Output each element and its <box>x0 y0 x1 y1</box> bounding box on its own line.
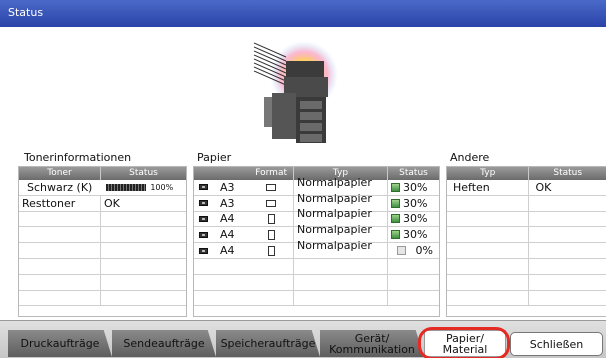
table-row <box>447 274 606 291</box>
table-row <box>447 258 606 275</box>
table-row: Resttoner OK <box>19 195 186 212</box>
tab-print-jobs[interactable]: Druckaufträge <box>8 330 112 357</box>
close-button[interactable]: Schließen <box>510 332 603 356</box>
status-col-header: Status <box>129 168 158 178</box>
paper-type: Normalpapier <box>297 223 372 237</box>
other-table-header: Typ Status <box>447 167 606 180</box>
paper-section-label: Papier <box>197 151 232 164</box>
status-col-header: Status <box>399 168 428 178</box>
paper-level-icon <box>391 230 400 240</box>
other-panel: Typ Status Heften OK <box>446 166 606 317</box>
tray-icon <box>199 184 208 191</box>
table-row <box>447 211 606 228</box>
table-row <box>19 274 186 291</box>
table-row <box>447 243 606 259</box>
paper-type: Normalpapier <box>297 175 372 189</box>
paper-size: A4 <box>220 244 235 258</box>
tab-storage-jobs[interactable]: Speicheraufträge <box>216 330 320 357</box>
tray-icon <box>199 215 208 222</box>
table-row: A4 Normalpapier 0% <box>194 239 439 259</box>
table-row <box>19 258 186 275</box>
table-row <box>447 195 606 212</box>
paper-size: A4 <box>220 228 235 242</box>
tab-device-line2: Kommunikation <box>329 342 415 356</box>
paper-size: A3 <box>220 196 235 210</box>
table-row: Heften OK <box>447 180 606 196</box>
toner-name: Schwarz (K) <box>27 180 93 194</box>
paper-level-icon <box>391 214 400 224</box>
tray-icon <box>199 200 208 207</box>
table-row <box>194 274 439 291</box>
paper-landscape-icon <box>266 183 276 191</box>
paper-level-icon <box>391 198 400 208</box>
printer-illustration <box>253 41 338 143</box>
toner-status: OK <box>104 196 120 210</box>
toner-level-bar <box>106 183 147 191</box>
paper-size: A4 <box>220 212 235 226</box>
paper-landscape-icon <box>266 199 276 207</box>
paper-level-icon <box>396 246 406 256</box>
paper-level-icon <box>391 182 400 192</box>
paper-portrait-icon <box>268 229 275 240</box>
paper-type: Normalpapier <box>297 207 372 221</box>
other-section-label: Andere <box>450 151 490 164</box>
tab-send-jobs[interactable]: Sendeaufträge <box>112 330 216 357</box>
tray-icon <box>199 231 208 238</box>
status-main: Tonerinformationen Toner Status Schwarz … <box>0 27 606 320</box>
table-row <box>19 227 186 244</box>
toner-black-cell: Schwarz (K) 100% <box>19 180 186 195</box>
table-row <box>19 243 186 259</box>
table-row <box>19 211 186 228</box>
tab-paper-material[interactable]: Papier/ Material <box>424 330 506 357</box>
toner-section-label: Tonerinformationen <box>24 151 132 164</box>
other-status: OK <box>535 180 552 194</box>
paper-size: A3 <box>220 180 235 194</box>
toner-percent: 100% <box>150 182 174 192</box>
paper-type: Normalpapier <box>297 191 372 205</box>
paper-portrait-icon <box>268 245 275 256</box>
paper-status: 0% <box>415 244 433 258</box>
other-type: Heften <box>447 180 530 195</box>
tab-paper-line1: Papier/ <box>446 331 484 345</box>
tab-paper-line2: Material <box>442 342 488 356</box>
tray-icon <box>199 247 208 254</box>
tab-device-line1: Gerät/ <box>354 331 390 345</box>
status-col-header: Status <box>553 168 583 178</box>
paper-type: Normalpapier <box>297 239 372 253</box>
paper-status: 30% <box>403 212 428 226</box>
paper-panel: Format Typ Status A3 Normalpapier 30% A3… <box>193 166 440 317</box>
toner-col-header: Toner <box>19 167 101 180</box>
table-row: Schwarz (K) 100% <box>19 180 186 196</box>
paper-portrait-icon <box>268 213 275 224</box>
paper-status: 30% <box>403 180 428 194</box>
type-col-header: Typ <box>447 167 530 180</box>
table-row <box>447 290 606 307</box>
table-row <box>19 290 186 307</box>
toner-table-header: Toner Status <box>19 167 186 180</box>
toner-panel: Toner Status Schwarz (K) 100% Resttoner … <box>18 166 187 317</box>
paper-status: 30% <box>403 196 428 210</box>
format-col-header: Format <box>194 167 294 180</box>
table-row <box>194 290 439 307</box>
bottom-tab-bar: Druckaufträge Sendeaufträge Speicherauft… <box>0 320 606 358</box>
tab-device-communication[interactable]: Gerät/ Kommunikation <box>320 330 424 357</box>
window-title: Status <box>0 0 606 27</box>
paper-status: 30% <box>403 228 428 242</box>
toner-name: Resttoner <box>19 195 101 211</box>
table-row <box>194 258 439 275</box>
table-row <box>447 227 606 244</box>
